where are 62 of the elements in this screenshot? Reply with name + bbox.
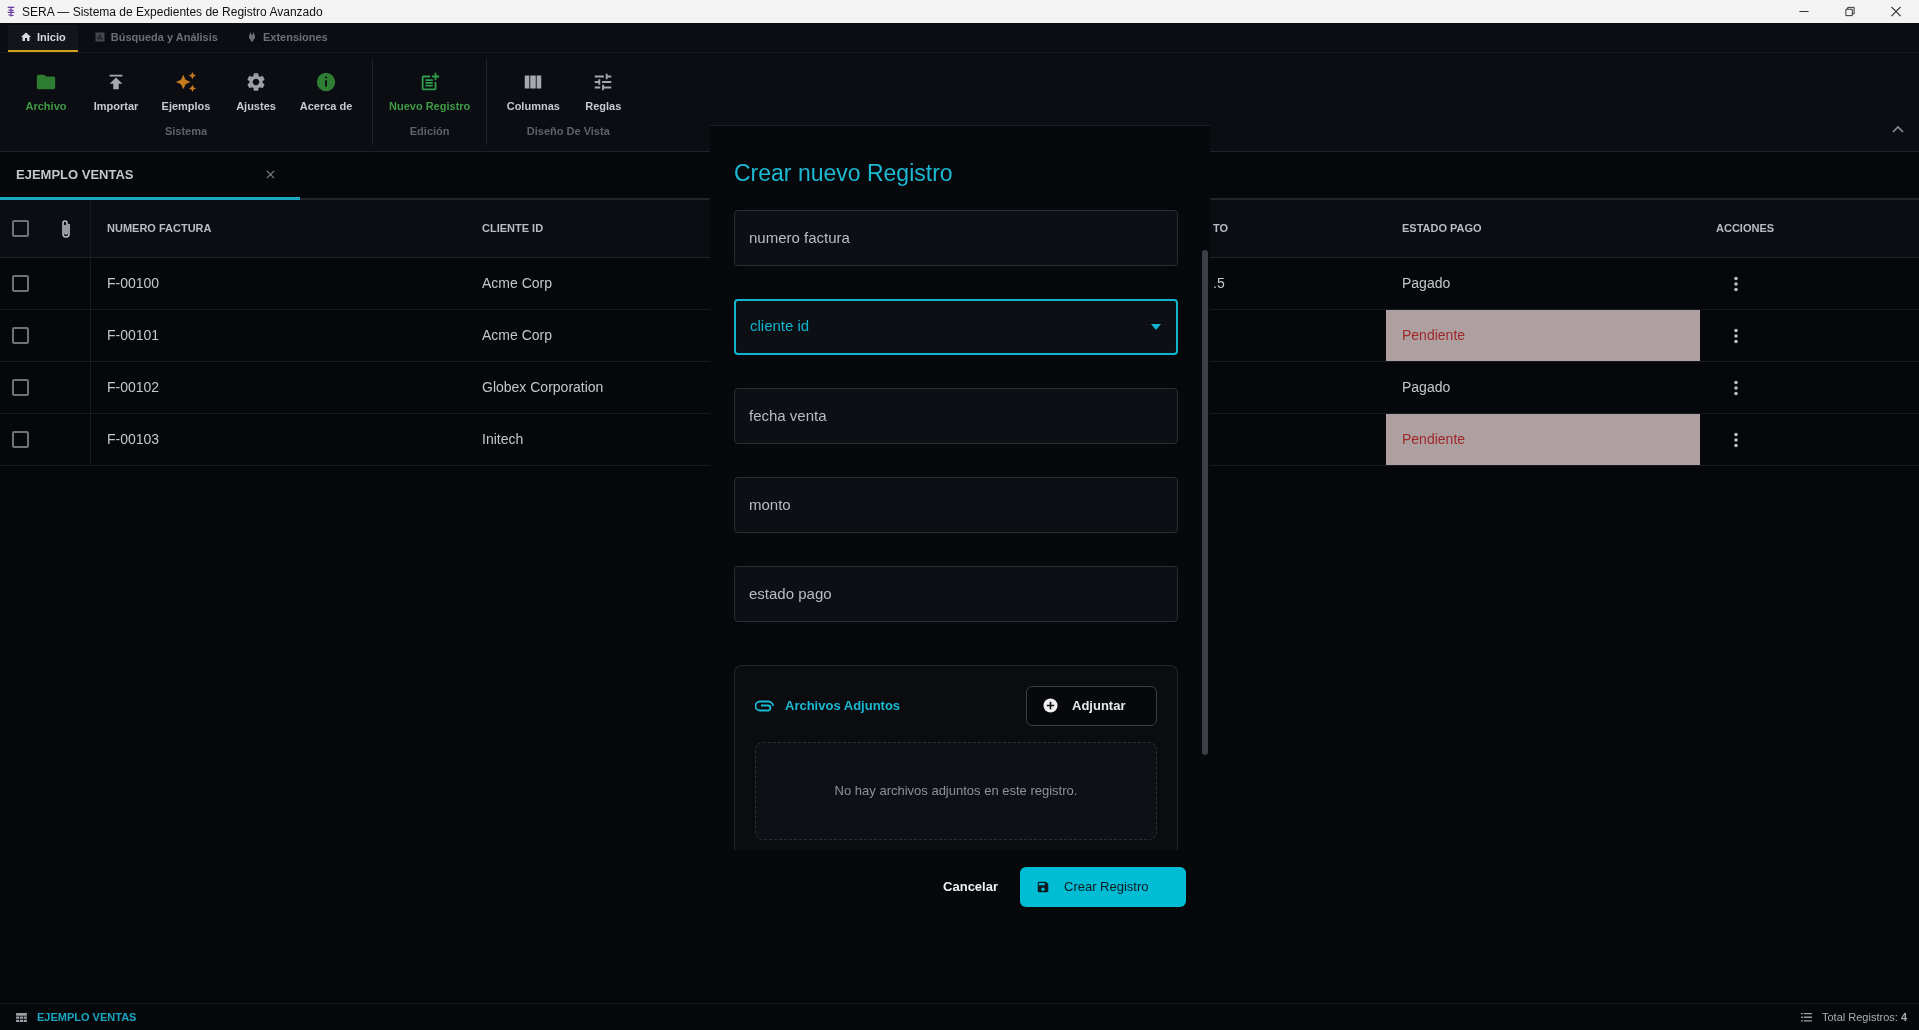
cancel-button[interactable]: Cancelar	[937, 875, 1004, 898]
table-cell-text: Initech	[482, 430, 524, 449]
group-label: Edición	[409, 123, 450, 139]
column-header: CLIENTE ID	[482, 221, 544, 237]
status-cell: Pendiente	[1386, 414, 1700, 466]
checkbox[interactable]	[12, 327, 29, 344]
table-cell-text: F-00102	[107, 378, 160, 397]
input-field[interactable]: estado pago	[734, 565, 1178, 622]
table-cell-text: F-00101	[107, 326, 160, 345]
toolbar-button[interactable]: Nuevo Registro	[387, 71, 473, 115]
column-header: ACCIONES	[1716, 221, 1775, 237]
caret-down-icon	[1150, 322, 1162, 331]
checkbox[interactable]	[12, 275, 29, 292]
toolbar-button[interactable]: Ejemplos	[154, 71, 218, 115]
section-title: Archivos Adjuntos	[785, 696, 901, 715]
view-name: EJEMPLO VENTAS	[37, 1009, 137, 1025]
toolbar-button[interactable]: Importar	[84, 71, 148, 115]
plus-icon	[1043, 698, 1058, 714]
input-field[interactable]: monto	[734, 476, 1178, 533]
create-button[interactable]: Crear Registro	[1020, 866, 1186, 907]
group-label: Sistema	[164, 123, 208, 139]
input-field[interactable]: fecha venta	[734, 387, 1178, 444]
table-cell-text: .5	[1213, 274, 1225, 293]
window-title: SERA — Sistema de Expedientes de Registro Avanzado	[22, 3, 323, 21]
checkbox[interactable]	[12, 431, 29, 448]
table-icon	[16, 1012, 27, 1022]
table-cell-text: Acme Corp	[482, 274, 553, 293]
group-label: Diseño De Vista	[526, 123, 610, 139]
settings-icon	[245, 71, 267, 93]
column-header: NUMERO FACTURA	[107, 221, 212, 237]
chart-icon	[93, 30, 106, 43]
toolbar-button[interactable]: Archivo	[14, 71, 78, 115]
paperclip-icon	[755, 699, 775, 712]
checkbox[interactable]	[12, 220, 29, 237]
column-header: TO	[1213, 221, 1229, 237]
input-field[interactable]: numero factura	[734, 209, 1178, 266]
toolbar-button[interactable]: Ajustes	[224, 71, 288, 115]
sparkles-icon	[175, 71, 197, 93]
record-count: Total Registros: 4	[1822, 1009, 1907, 1025]
dialog-title: Crear nuevo Registro	[733, 159, 954, 188]
attach-button[interactable]: Adjuntar	[1026, 685, 1157, 726]
toolbar-button[interactable]: Columnas	[501, 71, 566, 115]
empty-message: No hay archivos adjuntos en este registro.	[755, 741, 1157, 840]
select-field[interactable]: cliente id	[734, 298, 1178, 355]
status-cell: Pendiente	[1386, 310, 1700, 362]
home-icon	[20, 30, 32, 43]
ribbon-tab[interactable]: Inicio	[8, 24, 78, 52]
toolbar-button[interactable]: Reglas	[571, 71, 636, 115]
close-icon[interactable]	[265, 169, 276, 180]
ribbon-tab[interactable]: Extensiones	[233, 24, 340, 52]
table-cell-text: F-00100	[107, 274, 160, 293]
toolbar-button[interactable]: Acerca de	[294, 71, 358, 115]
save-icon	[1036, 879, 1050, 894]
ribbon-tab[interactable]: Búsqueda y Análisis	[81, 24, 230, 52]
checkbox[interactable]	[12, 379, 29, 396]
list-icon	[1801, 1012, 1812, 1022]
table-cell-text: Globex Corporation	[482, 378, 604, 397]
info-icon	[315, 71, 337, 93]
table-cell-text: F-00103	[107, 430, 160, 449]
column-header: ESTADO PAGO	[1402, 221, 1482, 237]
app-icon	[6, 5, 16, 18]
table-cell-text: Acme Corp	[482, 326, 553, 345]
